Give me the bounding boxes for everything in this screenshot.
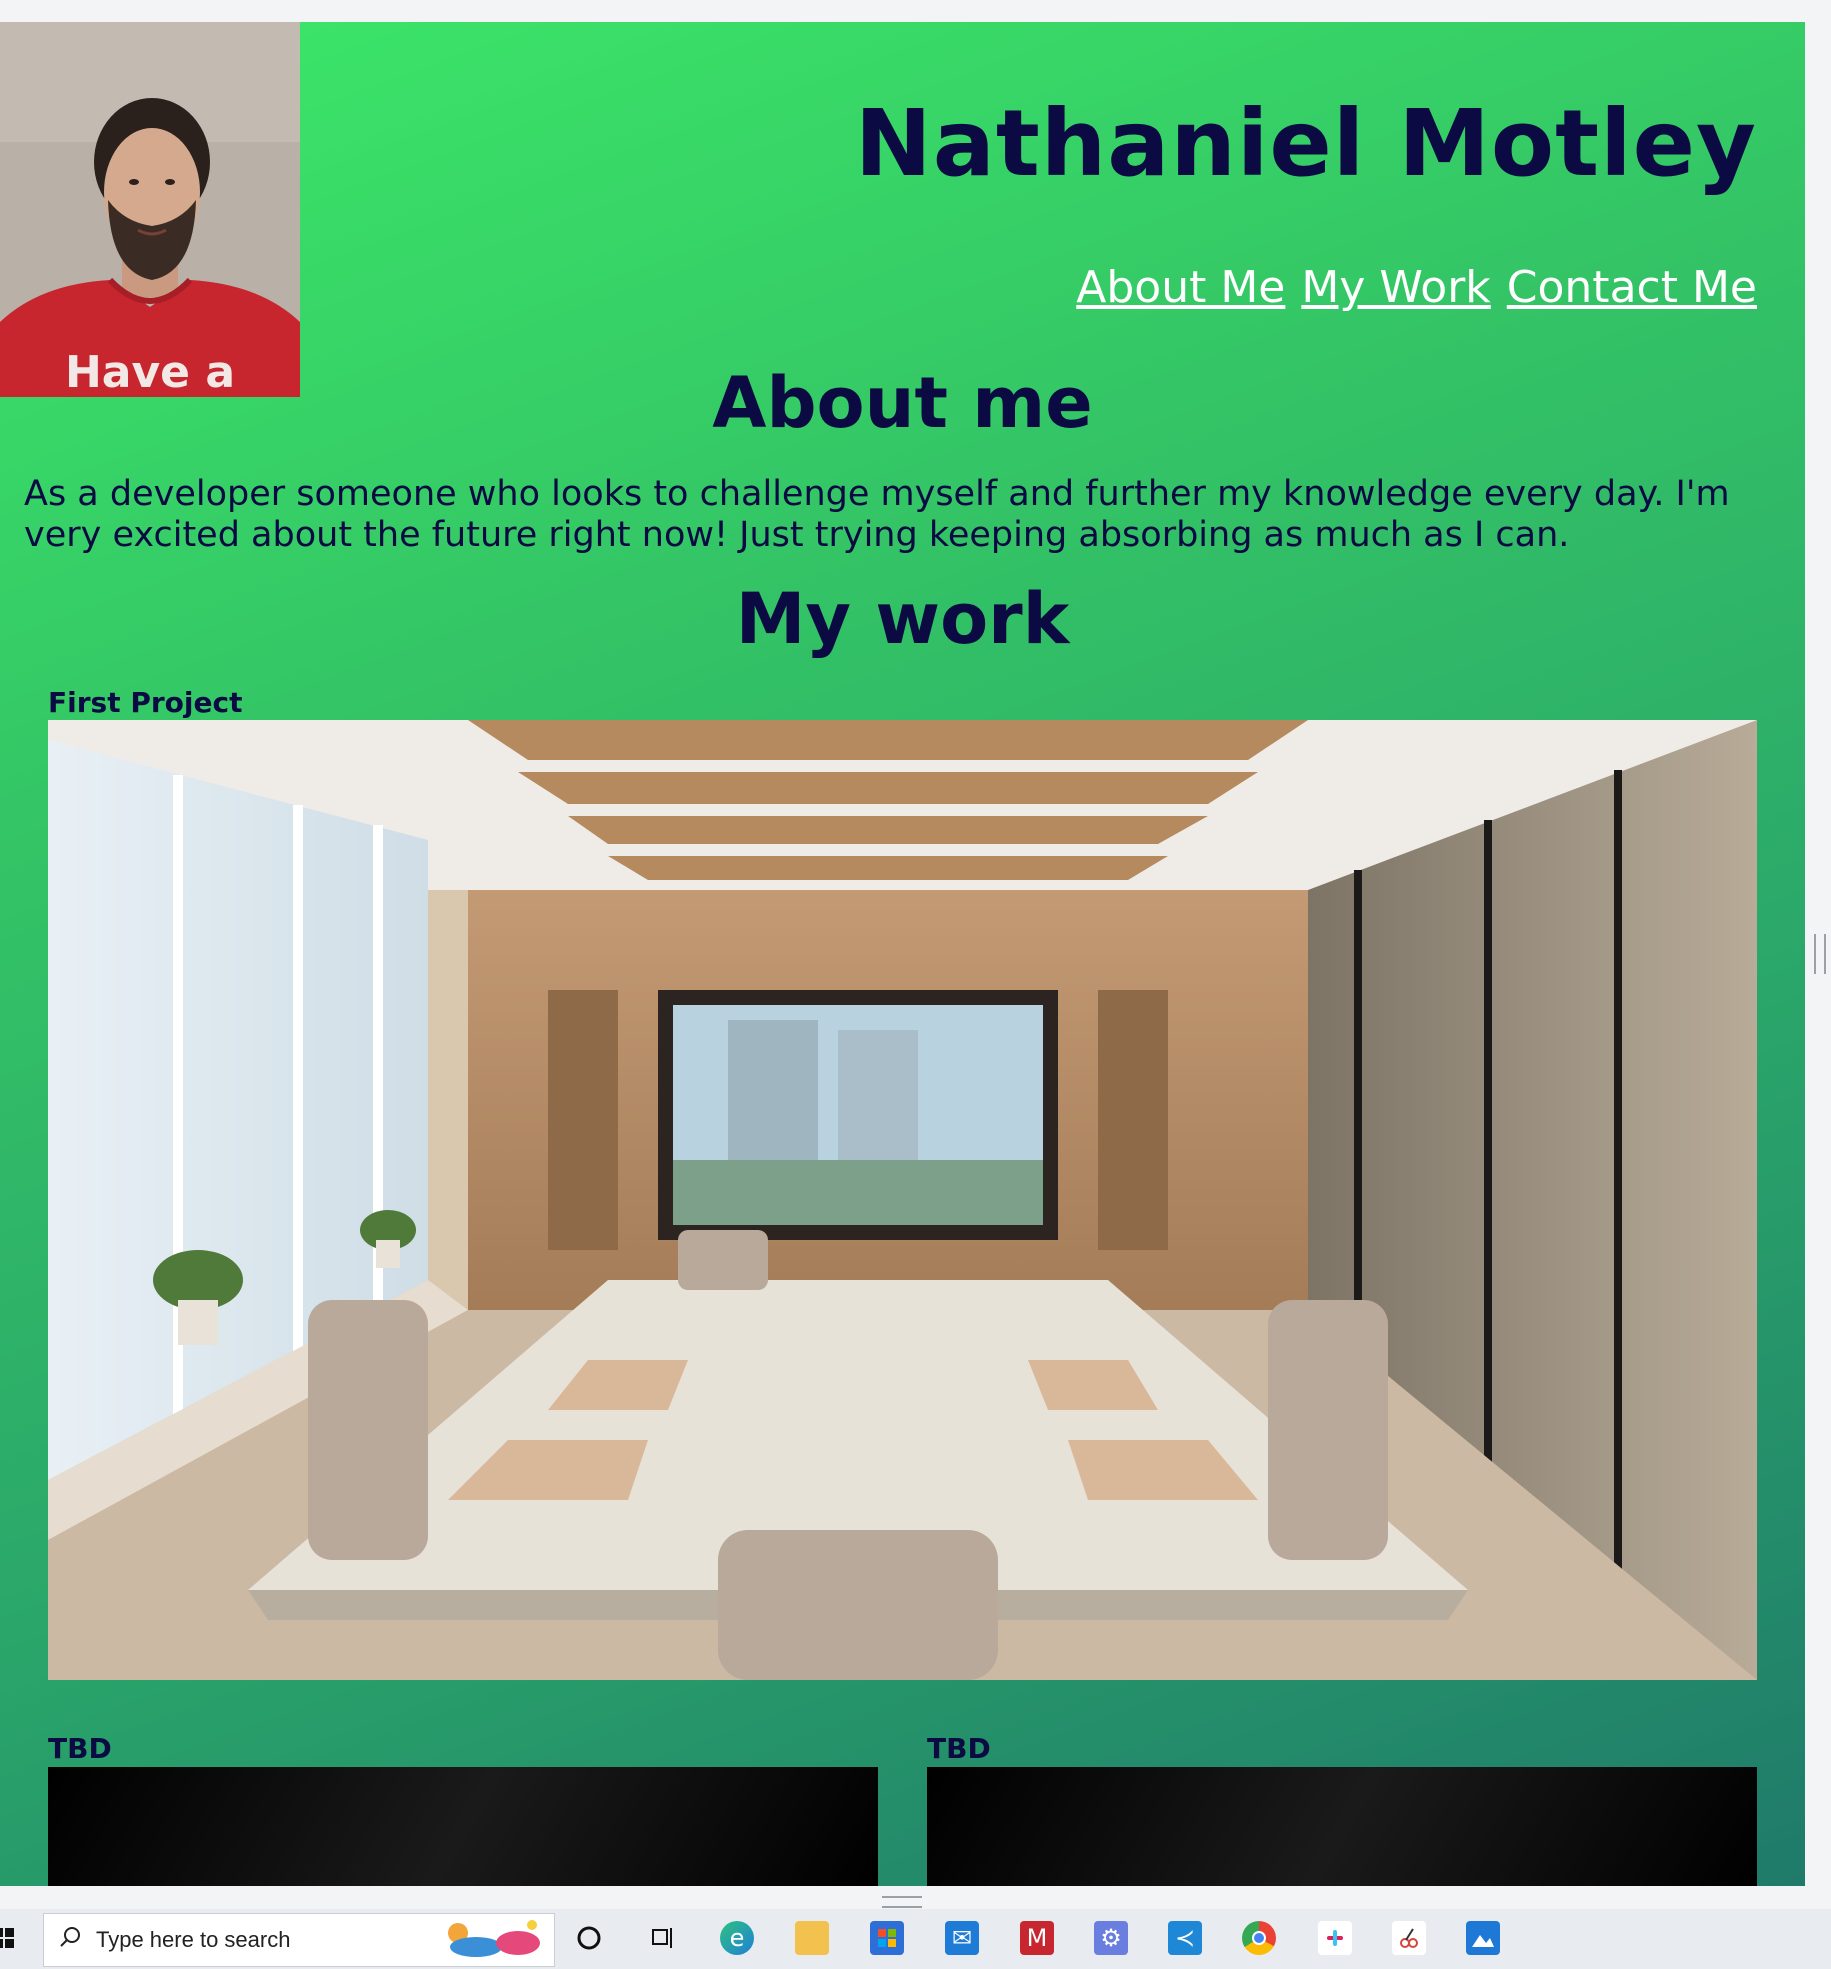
search-placeholder: Type here to search: [96, 1927, 291, 1952]
profile-photo: Have a: [0, 22, 300, 397]
snipping-tool-icon[interactable]: [1392, 1921, 1426, 1955]
vscode-icon[interactable]: ≺: [1168, 1921, 1202, 1955]
slack-icon[interactable]: [1318, 1921, 1352, 1955]
resize-handle[interactable]: [882, 1896, 922, 1908]
nav-link-my-work[interactable]: My Work: [1301, 262, 1490, 313]
nav-link-contact-me[interactable]: Contact Me: [1507, 262, 1757, 313]
file-explorer-icon[interactable]: [795, 1921, 829, 1955]
store-icon[interactable]: [870, 1921, 904, 1955]
tbd-project-image-right[interactable]: [927, 1767, 1757, 1886]
profile-photo-illustration: Have a: [0, 22, 300, 397]
about-heading: About me: [712, 362, 1093, 444]
tbd-label-right: TBD: [927, 1732, 991, 1765]
conference-room-illustration: [48, 720, 1757, 1680]
browser-viewport: Have a Nathaniel Motley About Me My Work…: [0, 22, 1805, 1886]
about-text: As a developer someone who looks to chal…: [24, 474, 1730, 555]
scrollbar-grip[interactable]: [1814, 934, 1826, 974]
first-project-label: First Project: [48, 686, 243, 719]
search-icon: [58, 1925, 82, 1955]
tbd-project-image-left[interactable]: [48, 1767, 878, 1886]
mail-icon[interactable]: ✉: [945, 1921, 979, 1955]
taskbar-search-box[interactable]: Type here to search: [43, 1913, 555, 1967]
cortana-icon[interactable]: [572, 1921, 606, 1955]
chrome-icon[interactable]: [1242, 1921, 1276, 1955]
taskbar: Type here to search e ✉ M ⚙ ≺: [0, 1909, 1831, 1969]
tbd-label-left: TBD: [48, 1732, 112, 1765]
nav-link-about-me[interactable]: About Me: [1076, 262, 1285, 313]
mcafee-icon[interactable]: M: [1020, 1921, 1054, 1955]
work-heading: My work: [735, 578, 1070, 660]
settings-app-icon[interactable]: ⚙: [1094, 1921, 1128, 1955]
task-view-icon[interactable]: [646, 1921, 680, 1955]
first-project-image[interactable]: [48, 720, 1757, 1680]
photos-icon[interactable]: [1466, 1921, 1500, 1955]
start-icon[interactable]: [0, 1921, 14, 1955]
main-nav: About Me My Work Contact Me: [1076, 262, 1757, 313]
search-highlight-icon: [436, 1915, 546, 1965]
site-title: Nathaniel Motley: [854, 90, 1757, 197]
edge-icon[interactable]: e: [720, 1921, 754, 1955]
